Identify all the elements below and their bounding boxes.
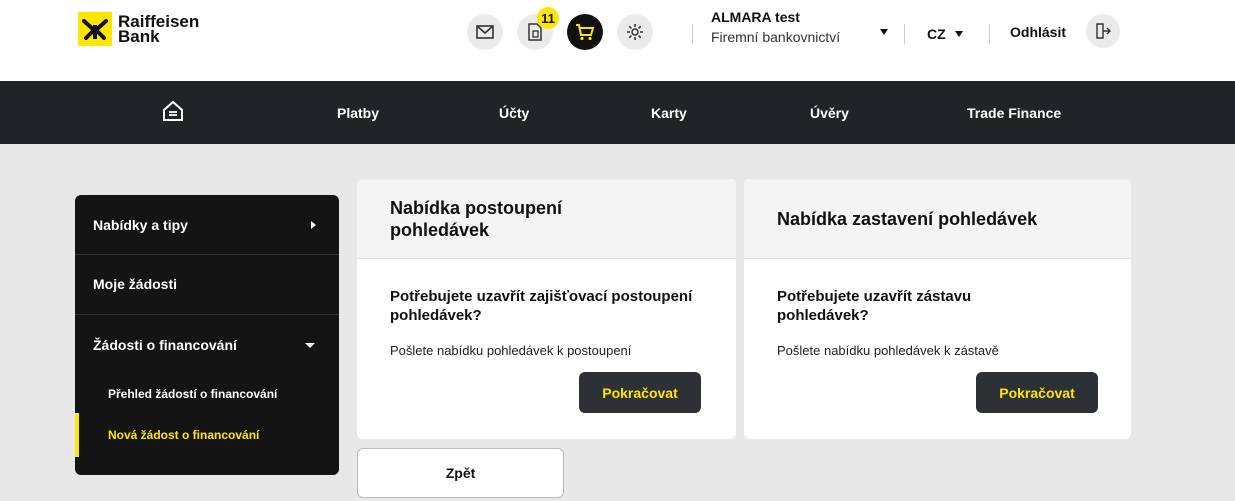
logo-text: Raiffeisen Bank (118, 13, 199, 46)
sidebar-subitem-new-request[interactable]: Nová žádost o financování (108, 428, 259, 442)
card-question: Potřebujete uzavřít zástavu pohledávek? (777, 288, 972, 324)
user-chevron-down-icon[interactable] (880, 29, 888, 35)
card-title: Nabídka zastavení pohledávek (744, 179, 1131, 259)
sidebar-divider (75, 254, 339, 255)
logout-link[interactable]: Odhlásit (1010, 24, 1066, 40)
home-icon (163, 100, 183, 121)
mail-icon (476, 25, 494, 39)
gear-icon (627, 24, 643, 40)
offer-card-assignment: Nabídka postoupení pohledávek Potřebujet… (357, 179, 736, 439)
logo-mark-icon (78, 12, 112, 46)
documents-badge: 11 (537, 7, 559, 29)
header-divider (989, 24, 990, 44)
sidebar-item-financing-requests[interactable]: Žádosti o financování (93, 337, 237, 353)
header: Raiffeisen Bank 11 ALMARA test Firemní b… (0, 0, 1235, 81)
mail-button[interactable] (467, 14, 503, 50)
logo-line-2: Bank (118, 27, 160, 46)
language-switcher[interactable]: CZ (927, 26, 946, 42)
header-divider (692, 24, 693, 44)
user-segment: Firemní bankovnictví (711, 29, 841, 45)
card-title: Nabídka postoupení pohledávek (357, 179, 736, 259)
active-indicator (75, 413, 79, 457)
sidebar: Nabídky a tipy Moje žádosti Žádosti o fi… (75, 195, 339, 475)
nav-item-ucty[interactable]: Účty (499, 105, 529, 121)
user-switcher[interactable]: ALMARA test Firemní bankovnictví (711, 9, 840, 45)
sidebar-subitem-overview[interactable]: Přehled žádostí o financování (108, 387, 277, 401)
documents-button[interactable]: 11 (517, 7, 559, 50)
back-button[interactable]: Zpět (357, 448, 564, 498)
header-divider (904, 24, 905, 44)
settings-button[interactable] (617, 14, 653, 50)
chevron-down-icon (305, 343, 315, 348)
nav-item-uvery[interactable]: Úvěry (810, 105, 849, 121)
user-name: ALMARA test (711, 9, 800, 25)
continue-button[interactable]: Pokračovat (579, 372, 701, 413)
logout-icon (1096, 23, 1111, 39)
nav-item-karty[interactable]: Karty (651, 105, 687, 121)
sidebar-divider (75, 314, 339, 315)
home-button[interactable] (162, 100, 184, 127)
cart-icon (576, 24, 595, 41)
cart-button[interactable] (567, 14, 603, 50)
card-description: Pošlete nabídku pohledávek k postoupení (390, 343, 632, 358)
continue-button[interactable]: Pokračovat (976, 372, 1098, 413)
chevron-right-icon (311, 221, 316, 229)
raiffeisen-logo[interactable]: Raiffeisen Bank (78, 12, 199, 46)
main-navigation: Platby Účty Karty Úvěry Trade Finance (0, 81, 1235, 144)
card-question: Potřebujete uzavřít zajišťovací postoupe… (390, 288, 693, 324)
offer-card-pledge: Nabídka zastavení pohledávek Potřebujete… (744, 179, 1131, 439)
logout-button[interactable] (1086, 14, 1120, 48)
nav-item-trade-finance[interactable]: Trade Finance (967, 105, 1061, 121)
sidebar-item-my-requests[interactable]: Moje žádosti (93, 276, 177, 292)
nav-item-platby[interactable]: Platby (337, 105, 379, 121)
card-description: Pošlete nabídku pohledávek k zástavě (777, 343, 999, 358)
language-chevron-down-icon[interactable] (955, 31, 963, 37)
sidebar-item-offers[interactable]: Nabídky a tipy (93, 217, 188, 233)
